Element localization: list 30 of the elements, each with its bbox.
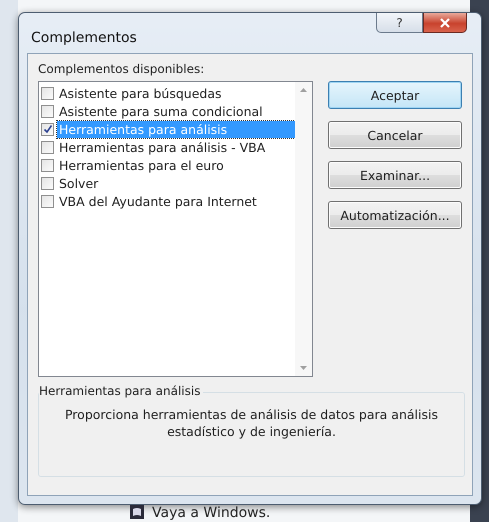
dialog-button[interactable]: Cancelar [328,121,462,149]
app-icon [130,505,144,519]
list-item[interactable]: Asistente para suma condicional [57,102,295,120]
group-title: Herramientas para análisis [39,384,204,398]
dialog-button[interactable]: Automatización... [328,201,462,229]
window-title: Complementos [31,30,137,46]
description-text: Proporciona herramientas de análisis de datos para análisis estadístico y de ingeniería. [64,406,439,441]
scrollbar[interactable] [295,82,312,376]
checkmark-icon [42,124,52,134]
close-icon [439,18,451,28]
checkbox[interactable] [41,158,54,172]
close-button[interactable] [423,13,467,33]
checkbox[interactable] [41,86,54,100]
checkbox[interactable] [41,194,54,208]
scroll-down-icon[interactable] [300,366,307,370]
list-item[interactable]: Solver [57,174,295,192]
list-item[interactable]: Asistente para búsquedas [57,84,295,102]
checkbox[interactable] [41,122,54,136]
checkbox[interactable] [41,140,54,154]
list-label: Complementos disponibles: [38,62,206,76]
list-item[interactable]: VBA del Ayudante para Internet [57,192,295,210]
scroll-up-icon[interactable] [300,88,307,92]
checkbox[interactable] [41,104,54,118]
dialog-button[interactable]: Examinar... [328,161,462,189]
background-text: Vaya a Windows. [152,505,270,522]
list-item[interactable]: Herramientas para el euro [57,156,295,174]
dialog-button[interactable]: Aceptar [328,81,462,109]
help-button[interactable]: ? [376,13,423,33]
checkbox[interactable] [41,176,54,190]
list-item[interactable]: Herramientas para análisis - VBA [57,138,295,156]
